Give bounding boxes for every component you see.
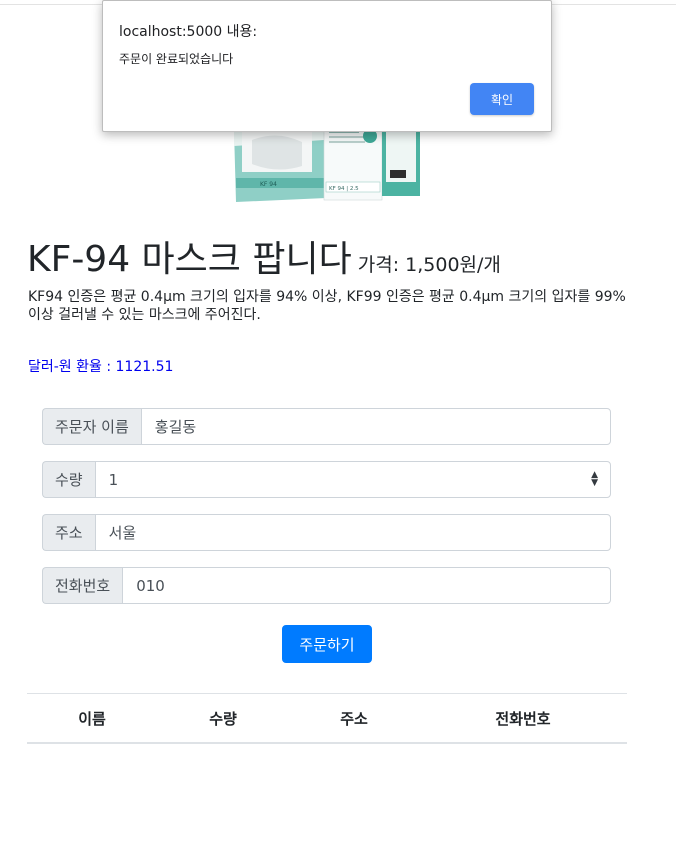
select-arrows-icon: ▲ ▼ [591,470,598,488]
phone-input-group: 전화번호 010 [42,567,611,604]
svg-text:KF 94: KF 94 [260,181,277,188]
column-header-phone: 전화번호 [419,693,627,744]
product-description: KF94 인증은 평균 0.4μm 크기의 입자를 94% 이상, KF99 인… [28,289,626,323]
quantity-input-group: 수량 1 ▲ ▼ [42,461,611,498]
address-input-value: 서울 [108,524,137,542]
orders-table: 이름 수량 주소 전화번호 [27,693,627,744]
alert-dialog: localhost:5000 내용: 주문이 완료되었습니다 확인 [102,0,552,132]
column-header-address: 주소 [289,693,419,744]
product-heading: KF-94 마스크 팝니다 가격: 1,500원/개 [27,230,501,282]
product-price: 가격: 1,500원/개 [357,254,501,276]
column-header-name: 이름 [27,693,157,744]
phone-label: 전화번호 [42,567,123,604]
name-input[interactable]: 홍길동 [140,408,611,445]
phone-input-value: 010 [136,576,165,595]
address-input[interactable]: 서울 [94,514,611,551]
product-name: KF-94 마스크 팝니다 [27,239,352,280]
column-header-quantity: 수량 [157,693,289,744]
quantity-label: 수량 [42,461,95,498]
phone-input[interactable]: 010 [122,567,611,604]
dialog-message: 주문이 완료되었습니다 [119,52,234,66]
table-header-row: 이름 수량 주소 전화번호 [27,693,627,744]
exchange-rate-text: 달러-원 환율 : 1121.51 [28,359,174,375]
name-input-group: 주문자 이름 홍길동 [42,408,611,445]
quantity-select[interactable]: 1 ▲ ▼ [94,461,611,498]
address-input-group: 주소 서울 [42,514,611,551]
name-label: 주문자 이름 [42,408,141,445]
dialog-ok-button[interactable]: 확인 [470,83,534,115]
order-submit-button[interactable]: 주문하기 [282,625,372,663]
svg-text:KF 94 | 2.5: KF 94 | 2.5 [329,186,359,192]
quantity-select-value: 1 [108,470,119,489]
name-input-value: 홍길동 [154,418,197,436]
dialog-title: localhost:5000 내용: [119,24,258,40]
address-label: 주소 [42,514,95,551]
